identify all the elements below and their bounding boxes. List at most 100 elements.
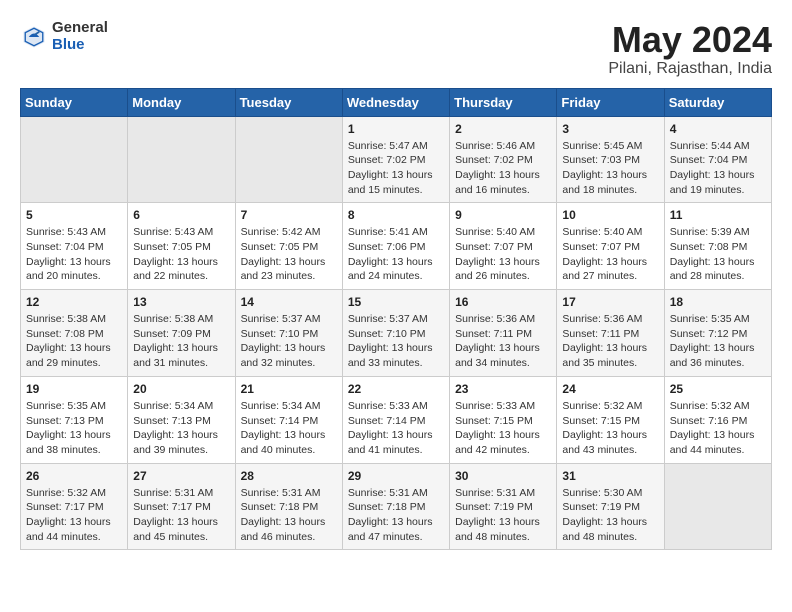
day-detail: Sunrise: 5:45 AMSunset: 7:03 PMDaylight:… [562, 139, 658, 198]
day-detail: Sunrise: 5:32 AMSunset: 7:16 PMDaylight:… [670, 399, 766, 458]
logo-text: General Blue [52, 20, 108, 53]
day-detail: Sunrise: 5:37 AMSunset: 7:10 PMDaylight:… [348, 312, 444, 371]
day-number: 5 [26, 208, 122, 222]
calendar-cell: 5 Sunrise: 5:43 AMSunset: 7:04 PMDaylight… [21, 203, 128, 290]
calendar-cell: 6 Sunrise: 5:43 AMSunset: 7:05 PMDaylight… [128, 203, 235, 290]
calendar-cell: 11 Sunrise: 5:39 AMSunset: 7:08 PMDayligh… [664, 203, 771, 290]
day-number: 1 [348, 122, 444, 136]
day-number: 16 [455, 295, 551, 309]
calendar-cell [664, 463, 771, 550]
calendar-cell: 26Sunrise: 5:32 AMSunset: 7:17 PMDayligh… [21, 463, 128, 550]
calendar-cell [21, 116, 128, 203]
day-number: 10 [562, 208, 658, 222]
day-detail: Sunrise: 5:36 AMSunset: 7:11 PMDaylight:… [455, 312, 551, 371]
day-detail: Sunrise: 5:38 AMSunset: 7:09 PMDaylight:… [133, 312, 229, 371]
day-detail: Sunrise: 5:40 AMSunset: 7:07 PMDaylight:… [455, 225, 551, 284]
day-number: 14 [241, 295, 337, 309]
day-detail: Sunrise: 5:36 AMSunset: 7:11 PMDaylight:… [562, 312, 658, 371]
day-number: 27 [133, 469, 229, 483]
calendar-cell: 27 Sunrise: 5:31 AMSunset: 7:17 PMDayligh… [128, 463, 235, 550]
logo: General Blue [20, 20, 108, 53]
location: Pilani, Rajasthan, India [608, 60, 772, 78]
logo-blue-text: Blue [52, 37, 108, 54]
calendar-cell: 4Sunrise: 5:44 AMSunset: 7:04 PMDaylight… [664, 116, 771, 203]
day-number: 3 [562, 122, 658, 136]
day-number: 7 [241, 208, 337, 222]
day-number: 21 [241, 382, 337, 396]
calendar-cell: 28 Sunrise: 5:31 AMSunset: 7:18 PMDayligh… [235, 463, 342, 550]
day-detail: Sunrise: 5:30 AMSunset: 7:19 PMDaylight:… [562, 486, 658, 545]
calendar-cell: 23 Sunrise: 5:33 AMSunset: 7:15 PMDayligh… [450, 376, 557, 463]
calendar-cell: 16 Sunrise: 5:36 AMSunset: 7:11 PMDayligh… [450, 290, 557, 377]
calendar-week-row: 19 Sunrise: 5:35 AMSunset: 7:13 PMDayligh… [21, 376, 772, 463]
weekday-header-sunday: Sunday [21, 88, 128, 116]
calendar-week-row: 1 Sunrise: 5:47 AMSunset: 7:02 PMDaylight… [21, 116, 772, 203]
day-number: 19 [26, 382, 122, 396]
calendar-cell: 22 Sunrise: 5:33 AMSunset: 7:14 PMDayligh… [342, 376, 449, 463]
day-detail: Sunrise: 5:46 AMSunset: 7:02 PMDaylight:… [455, 139, 551, 198]
weekday-header-monday: Monday [128, 88, 235, 116]
calendar-week-row: 12 Sunrise: 5:38 AMSunset: 7:08 PMDayligh… [21, 290, 772, 377]
day-detail: Sunrise: 5:44 AMSunset: 7:04 PMDaylight:… [670, 139, 766, 198]
day-number: 28 [241, 469, 337, 483]
day-number: 12 [26, 295, 122, 309]
calendar-header: SundayMondayTuesdayWednesdayThursdayFrid… [21, 88, 772, 116]
day-number: 26 [26, 469, 122, 483]
calendar-cell: 14 Sunrise: 5:37 AMSunset: 7:10 PMDayligh… [235, 290, 342, 377]
day-detail: Sunrise: 5:31 AMSunset: 7:18 PMDaylight:… [348, 486, 444, 545]
day-detail: Sunrise: 5:34 AMSunset: 7:13 PMDaylight:… [133, 399, 229, 458]
weekday-header-tuesday: Tuesday [235, 88, 342, 116]
day-number: 2 [455, 122, 551, 136]
calendar-cell: 30Sunrise: 5:31 AMSunset: 7:19 PMDayligh… [450, 463, 557, 550]
calendar-cell: 3 Sunrise: 5:45 AMSunset: 7:03 PMDaylight… [557, 116, 664, 203]
calendar-cell: 21 Sunrise: 5:34 AMSunset: 7:14 PMDayligh… [235, 376, 342, 463]
calendar-cell: 2 Sunrise: 5:46 AMSunset: 7:02 PMDaylight… [450, 116, 557, 203]
logo-general-text: General [52, 20, 108, 37]
day-detail: Sunrise: 5:38 AMSunset: 7:08 PMDaylight:… [26, 312, 122, 371]
day-detail: Sunrise: 5:33 AMSunset: 7:15 PMDaylight:… [455, 399, 551, 458]
weekday-header-thursday: Thursday [450, 88, 557, 116]
day-number: 11 [670, 208, 766, 222]
calendar-cell: 25 Sunrise: 5:32 AMSunset: 7:16 PMDayligh… [664, 376, 771, 463]
day-detail: Sunrise: 5:32 AMSunset: 7:15 PMDaylight:… [562, 399, 658, 458]
calendar-cell: 10 Sunrise: 5:40 AMSunset: 7:07 PMDayligh… [557, 203, 664, 290]
day-number: 23 [455, 382, 551, 396]
month-title: May 2024 [608, 20, 772, 60]
day-detail: Sunrise: 5:40 AMSunset: 7:07 PMDaylight:… [562, 225, 658, 284]
calendar-cell [235, 116, 342, 203]
calendar-cell: 24 Sunrise: 5:32 AMSunset: 7:15 PMDayligh… [557, 376, 664, 463]
calendar-body: 1 Sunrise: 5:47 AMSunset: 7:02 PMDaylight… [21, 116, 772, 550]
weekday-header-wednesday: Wednesday [342, 88, 449, 116]
day-number: 24 [562, 382, 658, 396]
calendar-cell: 15Sunrise: 5:37 AMSunset: 7:10 PMDayligh… [342, 290, 449, 377]
calendar-cell: 7Sunrise: 5:42 AMSunset: 7:05 PMDaylight… [235, 203, 342, 290]
day-detail: Sunrise: 5:47 AMSunset: 7:02 PMDaylight:… [348, 139, 444, 198]
day-detail: Sunrise: 5:35 AMSunset: 7:12 PMDaylight:… [670, 312, 766, 371]
calendar-week-row: 5 Sunrise: 5:43 AMSunset: 7:04 PMDaylight… [21, 203, 772, 290]
day-detail: Sunrise: 5:31 AMSunset: 7:17 PMDaylight:… [133, 486, 229, 545]
day-detail: Sunrise: 5:39 AMSunset: 7:08 PMDaylight:… [670, 225, 766, 284]
day-detail: Sunrise: 5:37 AMSunset: 7:10 PMDaylight:… [241, 312, 337, 371]
day-detail: Sunrise: 5:41 AMSunset: 7:06 PMDaylight:… [348, 225, 444, 284]
weekday-header-row: SundayMondayTuesdayWednesdayThursdayFrid… [21, 88, 772, 116]
day-detail: Sunrise: 5:43 AMSunset: 7:04 PMDaylight:… [26, 225, 122, 284]
weekday-header-saturday: Saturday [664, 88, 771, 116]
day-number: 6 [133, 208, 229, 222]
calendar-cell: 8Sunrise: 5:41 AMSunset: 7:06 PMDaylight… [342, 203, 449, 290]
day-number: 9 [455, 208, 551, 222]
calendar-cell: 31Sunrise: 5:30 AMSunset: 7:19 PMDayligh… [557, 463, 664, 550]
day-detail: Sunrise: 5:33 AMSunset: 7:14 PMDaylight:… [348, 399, 444, 458]
calendar-cell: 9 Sunrise: 5:40 AMSunset: 7:07 PMDaylight… [450, 203, 557, 290]
logo-icon [20, 23, 48, 51]
calendar-cell: 12 Sunrise: 5:38 AMSunset: 7:08 PMDayligh… [21, 290, 128, 377]
day-detail: Sunrise: 5:43 AMSunset: 7:05 PMDaylight:… [133, 225, 229, 284]
title-block: May 2024 Pilani, Rajasthan, India [608, 20, 772, 78]
day-detail: Sunrise: 5:31 AMSunset: 7:18 PMDaylight:… [241, 486, 337, 545]
day-detail: Sunrise: 5:34 AMSunset: 7:14 PMDaylight:… [241, 399, 337, 458]
day-number: 25 [670, 382, 766, 396]
day-number: 22 [348, 382, 444, 396]
day-number: 20 [133, 382, 229, 396]
calendar-cell: 18Sunrise: 5:35 AMSunset: 7:12 PMDayligh… [664, 290, 771, 377]
day-detail: Sunrise: 5:35 AMSunset: 7:13 PMDaylight:… [26, 399, 122, 458]
calendar-cell [128, 116, 235, 203]
